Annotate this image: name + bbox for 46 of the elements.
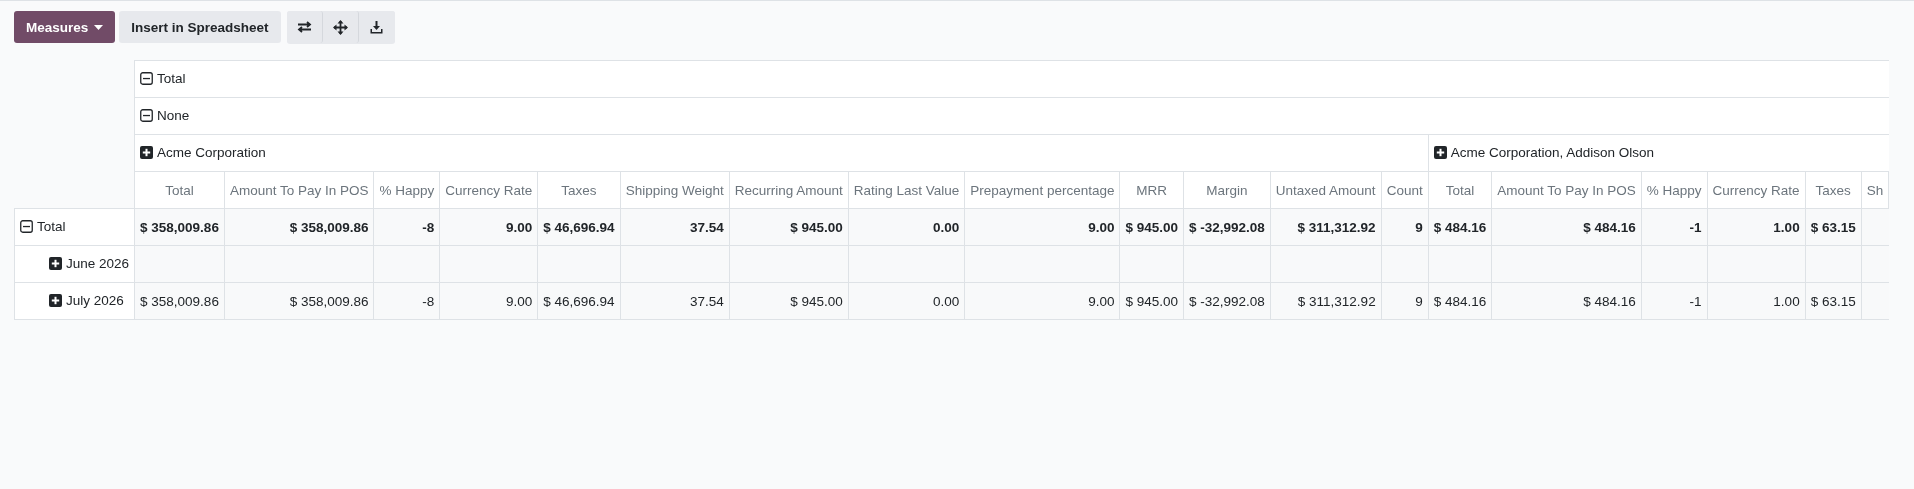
value-cell: $ 46,696.94 (543, 293, 615, 309)
value-cell: $ 945.00 (790, 293, 843, 309)
value-cell: 1.00 (1773, 293, 1800, 309)
column-header[interactable]: None (157, 107, 190, 123)
value-cell: $ -32,992.08 (1189, 219, 1265, 235)
value-cell: 9 (1415, 219, 1423, 235)
column-header[interactable]: Total (157, 70, 186, 86)
value-cell: -1 (1689, 219, 1702, 235)
measure-header[interactable]: Total (1445, 182, 1475, 198)
row-header[interactable]: Total (37, 218, 66, 234)
value-cell: -8 (422, 293, 435, 309)
measure-header[interactable]: Total (165, 182, 194, 198)
value-cell: 37.54 (689, 293, 724, 309)
value-cell: $ 484.16 (1583, 219, 1636, 235)
value-cell: 9.00 (506, 219, 533, 235)
value-cell: 37.54 (689, 219, 724, 235)
value-cell: $ 311,312.92 (1297, 219, 1376, 235)
value-cell: $ 945.00 (1125, 293, 1178, 309)
value-cell: $ 311,312.92 (1297, 293, 1376, 309)
value-cell: $ 358,009.86 (289, 219, 369, 235)
value-cell: $ 484.16 (1433, 219, 1487, 235)
value-cell: $ 46,696.94 (543, 219, 615, 235)
value-cell: $ 358,009.86 (140, 219, 219, 235)
value-cell: 9 (1415, 293, 1423, 309)
value-cell: 9.00 (1088, 293, 1115, 309)
value-cell: $ 63.15 (1810, 219, 1856, 235)
value-cell: 9.00 (1088, 219, 1115, 235)
value-cell: $ 484.16 (1583, 293, 1636, 309)
column-header[interactable]: Acme Corporation, Addison Olson (1450, 144, 1655, 160)
value-cell: $ 484.16 (1433, 293, 1487, 309)
column-header[interactable]: Acme Corporation (157, 144, 266, 160)
value-cell: 0.00 (933, 293, 960, 309)
value-cell: $ 945.00 (790, 219, 843, 235)
value-cell: $ 358,009.86 (140, 293, 219, 309)
value-cell: $ 358,009.86 (289, 293, 369, 309)
value-cell: -8 (422, 219, 435, 235)
value-cell: $ -32,992.08 (1189, 293, 1265, 309)
value-cell: 9.00 (506, 293, 533, 309)
value-cell: $ 945.00 (1125, 219, 1178, 235)
value-cell: -1 (1689, 293, 1702, 309)
value-cell: 0.00 (933, 219, 960, 235)
value-cell: 1.00 (1773, 219, 1800, 235)
insert-spreadsheet-button[interactable]: Insert in Spreadsheet (119, 11, 281, 43)
measures-button[interactable]: Measures (14, 11, 116, 43)
measure-header[interactable]: Taxes (561, 182, 597, 198)
value-cell: $ 63.15 (1810, 293, 1856, 309)
